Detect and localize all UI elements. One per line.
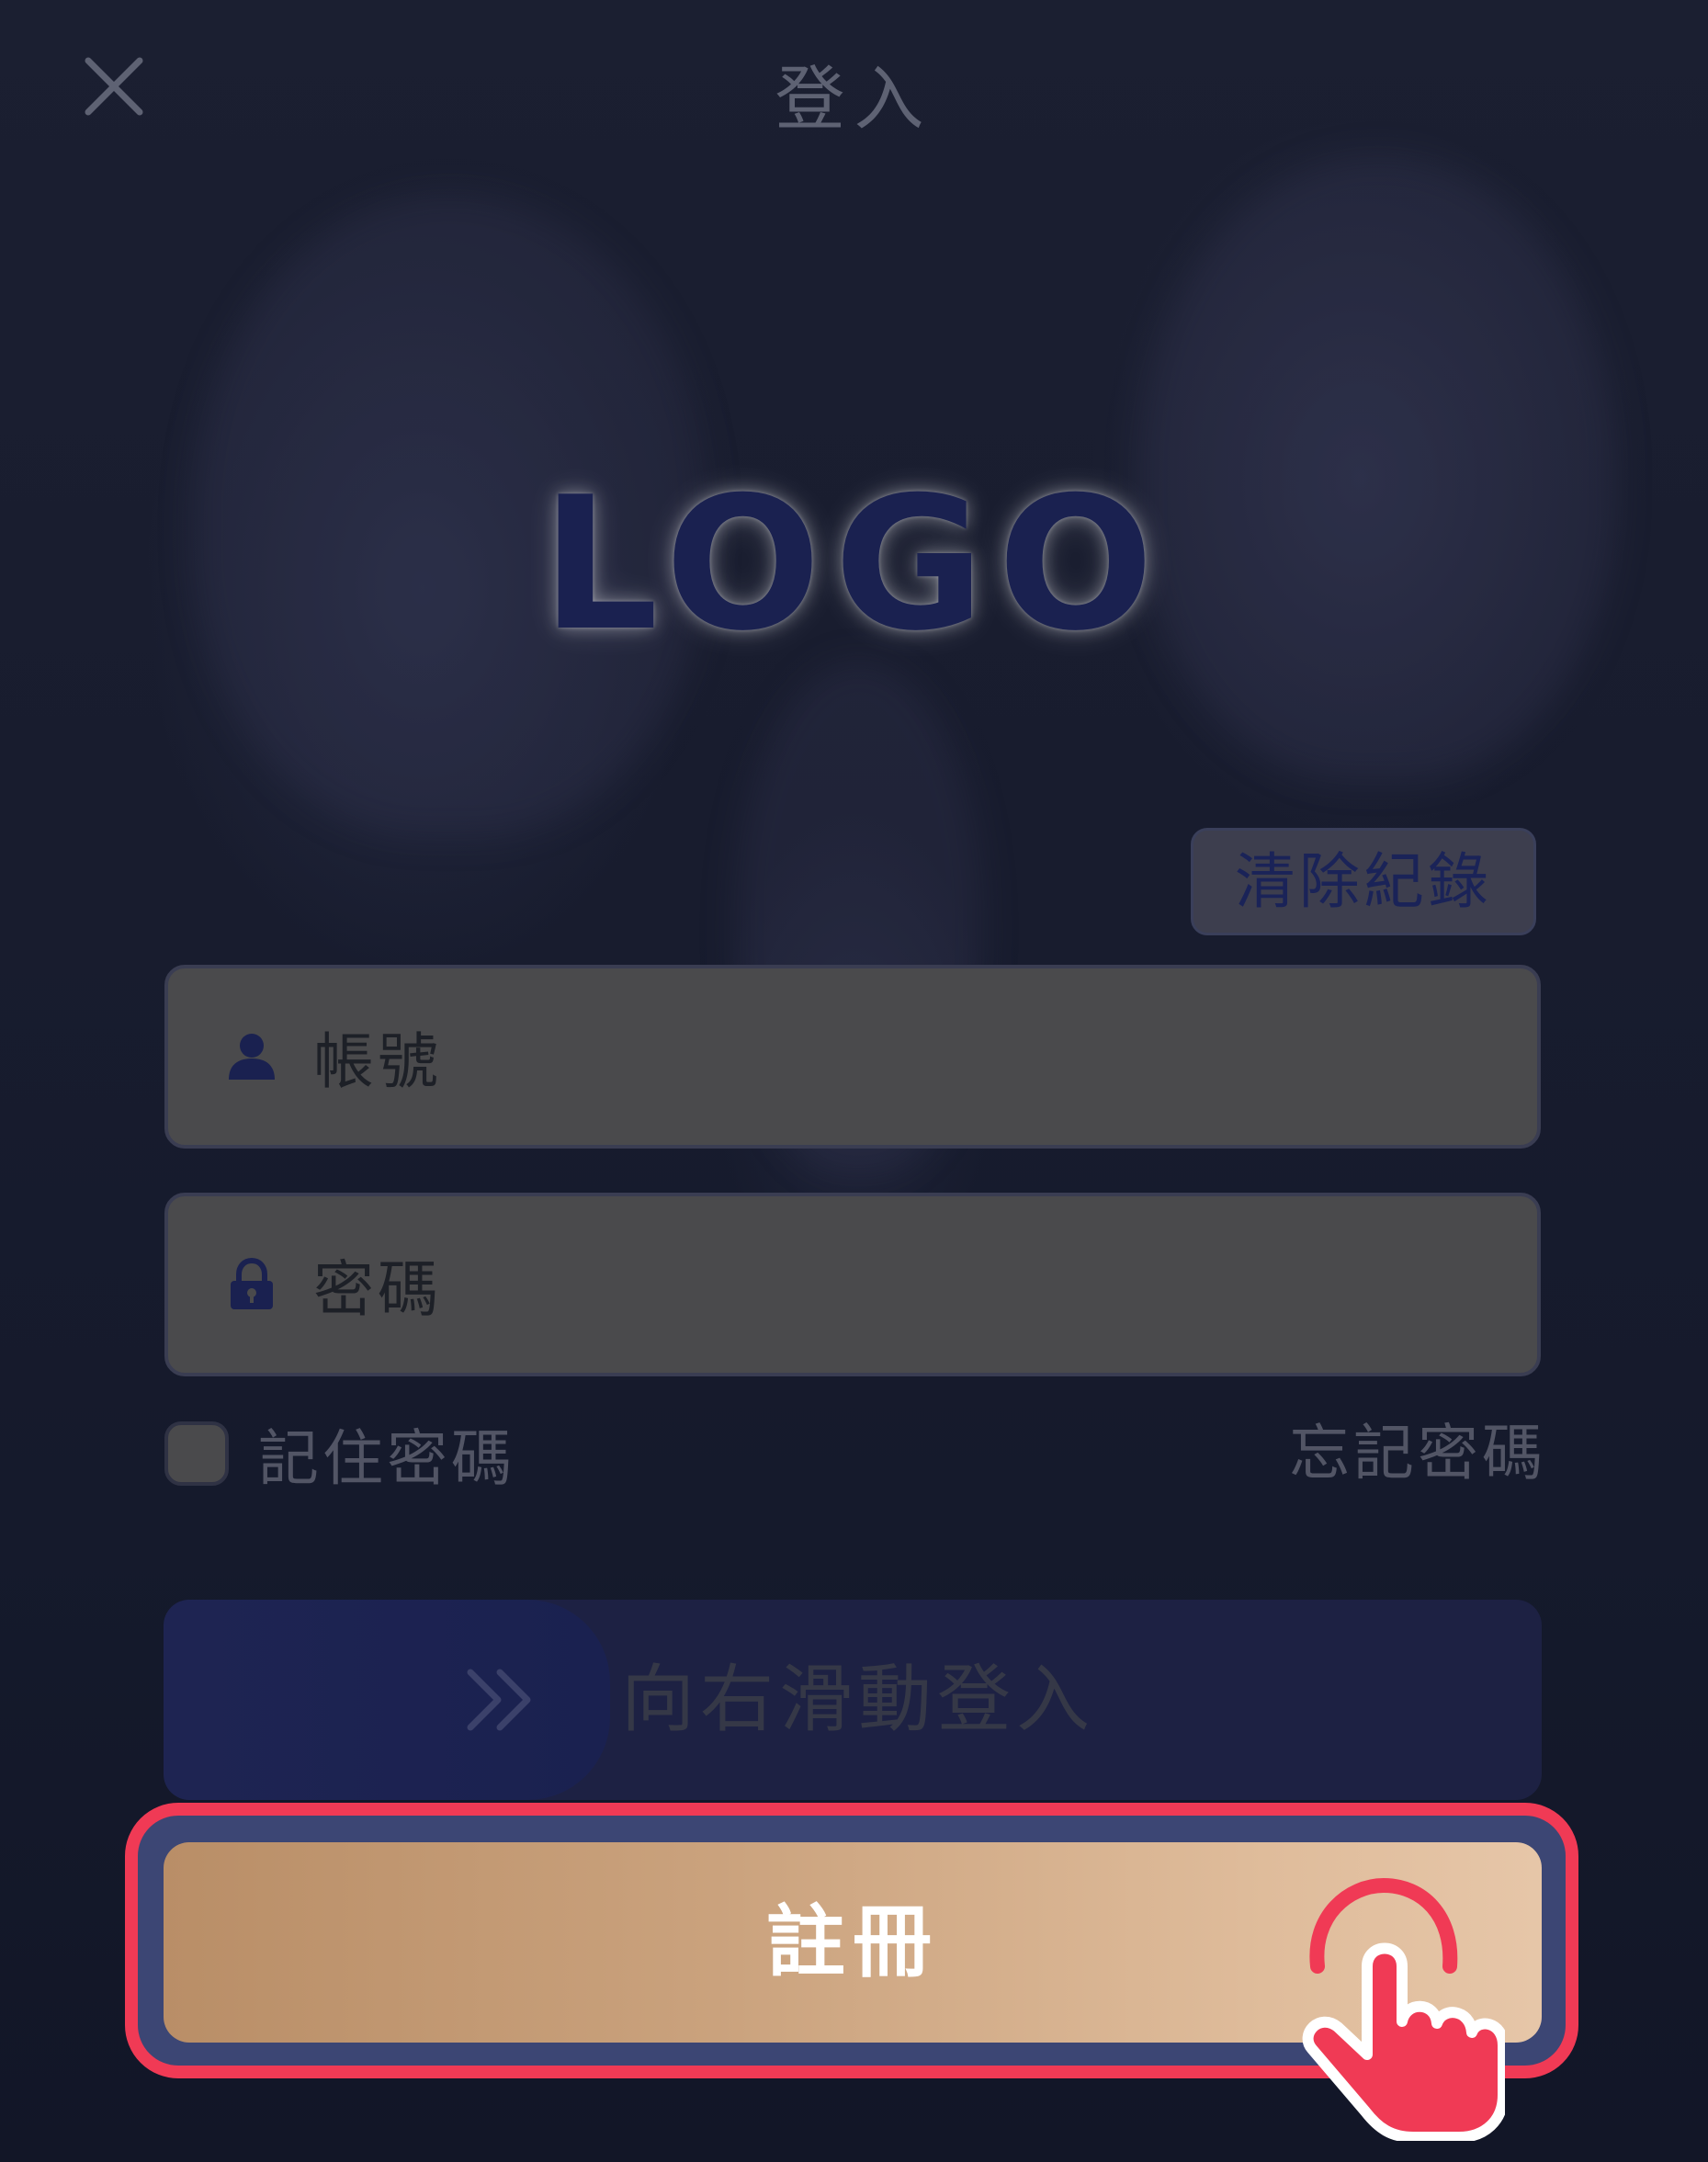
slide-to-login-handle[interactable] bbox=[164, 1600, 610, 1800]
double-chevron-right-icon bbox=[467, 1669, 531, 1731]
account-placeholder: 帳號 bbox=[313, 1026, 442, 1097]
remember-password-toggle[interactable]: 記住密碼 bbox=[164, 1419, 515, 1494]
user-icon bbox=[225, 1030, 278, 1083]
hand-pointer-icon bbox=[1284, 1865, 1505, 2141]
login-screen: 登入 LOGO 清除紀錄 帳號 密碼 記住密碼 忘記密碼 向右滑動登入 註冊 bbox=[0, 0, 1708, 2162]
clear-records-button[interactable]: 清除紀錄 bbox=[1191, 828, 1536, 935]
remember-password-checkbox[interactable] bbox=[164, 1421, 229, 1486]
slide-to-login-track[interactable]: 向右滑動登入 bbox=[164, 1600, 1542, 1800]
remember-password-label: 記住密碼 bbox=[258, 1423, 515, 1494]
password-placeholder: 密碼 bbox=[313, 1254, 442, 1325]
background-player-right bbox=[1139, 156, 1617, 781]
password-field[interactable]: 密碼 bbox=[164, 1193, 1541, 1376]
lock-icon bbox=[225, 1258, 278, 1311]
account-field[interactable]: 帳號 bbox=[164, 965, 1541, 1149]
forgot-password-link[interactable]: 忘記密碼 bbox=[1289, 1419, 1546, 1488]
page-title: 登入 bbox=[775, 58, 933, 140]
slide-to-login-label: 向右滑動登入 bbox=[621, 1657, 1095, 1742]
logo: LOGO bbox=[541, 458, 1167, 672]
